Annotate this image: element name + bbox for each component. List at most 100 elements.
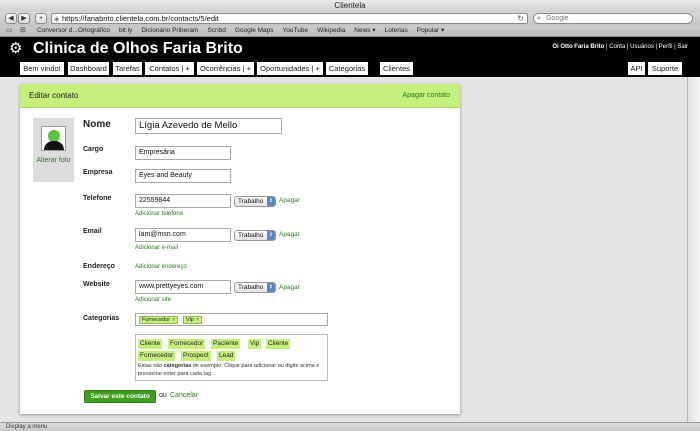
email-delete-link[interactable]: Apagar: [279, 231, 300, 238]
cargo-field[interactable]: Empresária: [135, 146, 231, 160]
browser-toolbar: ◀ ▶ + ◈ https://fariabrito.clientela.com…: [0, 12, 700, 26]
back-button[interactable]: ◀: [5, 13, 17, 24]
forward-button[interactable]: ▶: [18, 13, 30, 24]
or-text: ou: [159, 392, 167, 399]
categories-input[interactable]: Fornecedor × Vip ×: [135, 313, 328, 326]
bookmark-item[interactable]: bit.ly: [119, 26, 132, 36]
suggested-tag[interactable]: Paciente: [211, 339, 241, 349]
bookmark-item[interactable]: Loterias: [385, 26, 408, 36]
app-title: Clinica de Olhos Faria Brito: [33, 40, 243, 57]
suggested-tag[interactable]: Lead: [217, 351, 236, 361]
email-label: Email: [83, 228, 102, 235]
suggested-tag[interactable]: Cliente: [138, 339, 163, 349]
categorias-label: Categorias: [83, 315, 120, 322]
bookmarks-list: Conversor d...Ortográfico bit.ly Dicionári…: [37, 26, 453, 36]
add-website-link[interactable]: Adicionar site: [135, 297, 171, 303]
suggested-tag[interactable]: Cliente: [266, 339, 291, 349]
app-header: ⚙ Clinica de Olhos Faria Brito Oi Otto F…: [0, 37, 700, 77]
bookmark-item[interactable]: Dicionário Priberam: [141, 26, 198, 36]
bookmark-item[interactable]: Wikipedia: [317, 26, 345, 36]
suggested-tag[interactable]: Prospect: [181, 351, 211, 361]
status-bar: Display a menu: [0, 422, 700, 431]
avatar-body-shape: [44, 141, 64, 150]
change-photo-link[interactable]: Alterar foto: [33, 156, 74, 165]
cancel-link[interactable]: Cancelar: [170, 392, 198, 399]
add-email-link[interactable]: Adicionar e-mail: [135, 245, 178, 251]
bookmark-item[interactable]: Google Maps: [235, 26, 274, 36]
website-type-value: Trabalho: [238, 284, 264, 291]
tab-categorias[interactable]: Categorias: [326, 62, 368, 75]
name-field[interactable]: Lígia Azevedo de Mello: [135, 118, 282, 134]
select-arrows-icon: ⇕: [267, 231, 275, 240]
avatar-box: Alterar foto: [33, 118, 74, 182]
user-links: Oi Otto Faria Brito | Conta | Usuários |…: [552, 44, 688, 50]
selected-tag[interactable]: Fornecedor ×: [139, 316, 179, 324]
search-icon: ⌕: [537, 15, 541, 22]
suggested-tag[interactable]: Vip: [248, 339, 262, 349]
edit-contact-card: Editar contato Apagar contato Alterar fo…: [20, 84, 460, 414]
url-text[interactable]: https://fariabrito.clientela.com.br/cont…: [62, 14, 219, 24]
telefone-type-value: Trabalho: [238, 198, 264, 205]
empresa-field[interactable]: Eyes and Beauty: [135, 169, 231, 183]
telefone-delete-link[interactable]: Apagar: [279, 197, 300, 204]
delete-contact-link[interactable]: Apagar contato: [403, 84, 450, 107]
user-greeting: Oi Otto Faria Brito: [552, 44, 605, 50]
link-usuarios[interactable]: Usuários: [630, 44, 654, 50]
bookmark-item[interactable]: YouTube: [283, 26, 309, 36]
add-endereco-link[interactable]: Adicionar endereço: [135, 264, 187, 270]
reload-icon[interactable]: ↻: [517, 14, 524, 24]
remove-tag-icon[interactable]: ×: [172, 317, 175, 323]
email-type-value: Trabalho: [238, 232, 264, 239]
gear-icon: ⚙: [9, 40, 23, 57]
window-title: Clientela: [0, 0, 700, 12]
bookmarks-bar: ▭ ⊞ Conversor d...Ortográfico bit.ly Dicio…: [0, 26, 700, 37]
tab-ocorrencias[interactable]: Ocorrências | +: [197, 62, 254, 75]
select-arrows-icon: ⇕: [267, 197, 275, 206]
address-bar[interactable]: ◈ https://fariabrito.clientela.com.br/co…: [51, 13, 528, 24]
tab-tarefas[interactable]: Tarefas: [113, 62, 142, 75]
tab-suporte[interactable]: Suporte: [648, 62, 682, 75]
suggested-tag[interactable]: Fornecedor: [138, 351, 176, 361]
avatar[interactable]: [41, 126, 66, 151]
endereco-label: Endereço: [83, 263, 115, 270]
tab-oportunidades[interactable]: Oportunidades | +: [257, 62, 323, 75]
add-bookmark-button[interactable]: +: [35, 13, 47, 24]
website-delete-link[interactable]: Apagar: [279, 284, 300, 291]
empresa-label: Empresa: [83, 169, 113, 176]
link-sair[interactable]: Sair: [677, 44, 688, 50]
card-header: Editar contato Apagar contato: [20, 84, 460, 108]
book-icon[interactable]: ▭: [6, 26, 13, 36]
telefone-type-select[interactable]: Trabalho ⇕: [234, 196, 276, 207]
name-label: Nome: [83, 119, 111, 130]
suggested-tag[interactable]: Fornecedor: [168, 339, 206, 349]
tab-api[interactable]: API: [628, 62, 645, 75]
bookmark-item[interactable]: Scribd: [207, 26, 225, 36]
telefone-field[interactable]: 22559844: [135, 194, 231, 208]
bookmark-item[interactable]: Conversor d...Ortográfico: [37, 26, 110, 36]
search-bar[interactable]: ⌕: [533, 13, 693, 24]
tab-clientes[interactable]: Clientes: [380, 62, 413, 75]
tab-contatos[interactable]: Contatos | +: [145, 62, 194, 75]
grid-icon[interactable]: ⊞: [20, 26, 26, 36]
card-title: Editar contato: [29, 91, 79, 100]
bookmark-item[interactable]: News ▾: [354, 26, 375, 36]
link-conta[interactable]: Conta: [609, 44, 625, 50]
email-type-select[interactable]: Trabalho ⇕: [234, 230, 276, 241]
bookmark-item[interactable]: Popular ▾: [417, 26, 444, 36]
add-telefone-link[interactable]: Adicionar telefone: [135, 211, 183, 217]
website-label: Website: [83, 281, 110, 288]
website-field[interactable]: www.prettyeyes.com: [135, 280, 231, 294]
website-type-select[interactable]: Trabalho ⇕: [234, 282, 276, 293]
selected-tag[interactable]: Vip ×: [183, 316, 203, 324]
categories-hint: Estas são categorias de exemplo. Clique …: [138, 363, 320, 377]
site-icon: ◈: [54, 16, 60, 23]
cargo-label: Cargo: [83, 146, 104, 153]
link-perfil[interactable]: Perfil: [659, 44, 673, 50]
search-input[interactable]: [546, 14, 686, 23]
email-field[interactable]: lam@msn.com: [135, 228, 231, 242]
save-button[interactable]: Salvar este contato: [84, 390, 156, 403]
remove-tag-icon[interactable]: ×: [196, 317, 199, 323]
tab-dashboard[interactable]: Dashboard: [68, 62, 109, 75]
vertical-scrollbar[interactable]: [687, 77, 700, 422]
tab-bem-vindo[interactable]: Bem vindo!: [20, 62, 64, 75]
